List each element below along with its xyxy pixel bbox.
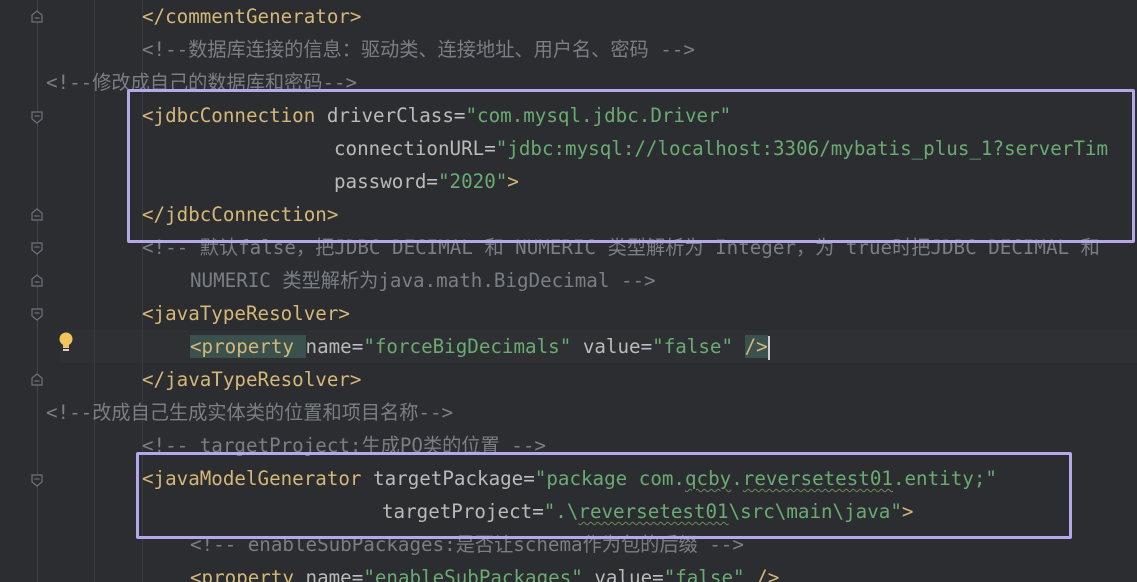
attribute-token: name [305, 335, 352, 358]
attribute-token: targetPackage [373, 467, 524, 490]
code-line[interactable]: <!-- targetProject:生成PO类的位置 --> [142, 429, 546, 462]
punctuation-token [583, 566, 595, 582]
value-token: "false" [663, 566, 745, 582]
attribute-token: driverClass [326, 104, 454, 127]
tag-token: </jdbcConnection> [142, 203, 339, 226]
value-token: reversetest01 [578, 500, 729, 523]
code-line[interactable]: </javaTypeResolver> [142, 363, 362, 396]
code-line[interactable]: <javaModelGenerator targetPackage="packa… [142, 462, 997, 495]
tag-token: > [901, 500, 914, 523]
code-line[interactable]: <!--修改成自己的数据库和密码--> [46, 66, 357, 99]
attribute-token: targetProject [382, 500, 533, 523]
code-line[interactable]: <!--改成自己生成实体类的位置和项目名称--> [46, 396, 453, 429]
tag-token: > [507, 170, 519, 193]
punctuation-token [745, 566, 757, 582]
code-area[interactable]: </commentGenerator> <!--数据库连接的信息：驱动类、连接地… [46, 0, 1137, 582]
code-line[interactable]: password="2020"> [334, 165, 519, 198]
gutter-line [37, 0, 38, 582]
fold-marker-icon[interactable] [30, 10, 44, 24]
attribute-token: value [582, 335, 641, 358]
comment-token: <!--修改成自己的数据库和密码--> [46, 71, 358, 94]
punctuation-token: = [532, 500, 544, 523]
comment-token: <!-- enableSubPackages:是否让schema作为包的后缀 -… [190, 533, 744, 556]
code-line[interactable]: <javaTypeResolver> [142, 297, 350, 330]
code-line[interactable]: NUMERIC 类型解析为java.math.BigDecimal --> [190, 264, 656, 297]
fold-marker-icon[interactable] [30, 373, 44, 387]
code-line[interactable]: targetProject=".\reversetest01\src\main\… [382, 495, 913, 528]
fold-marker-icon[interactable] [30, 473, 44, 487]
code-line[interactable]: </commentGenerator> [142, 0, 362, 33]
tag-token: <javaTypeResolver> [142, 302, 350, 325]
value-token: \src\main\java" [728, 500, 902, 523]
punctuation-token: = [652, 566, 664, 582]
punctuation-token: = [484, 137, 496, 160]
tag-token: /> [756, 566, 780, 582]
tag-token: <javaModelGenerator [142, 467, 374, 490]
code-line[interactable]: <jdbcConnection driverClass="com.mysql.j… [142, 99, 731, 132]
fold-marker-icon[interactable] [30, 110, 44, 124]
comment-token: NUMERIC 类型解析为java.math.BigDecimal --> [190, 269, 656, 292]
attribute-token: name [305, 566, 352, 582]
value-token: qcby [684, 467, 732, 490]
attribute-token: connectionURL [334, 137, 485, 160]
value-token: "false" [652, 335, 734, 358]
value-token: . [731, 467, 743, 490]
attribute-token: password [334, 170, 427, 193]
tag-token: <property [190, 566, 306, 582]
comment-token: <!-- 默认false，把JDBC DECIMAL 和 NUMERIC 类型解… [142, 236, 1100, 259]
code-line[interactable]: <!-- enableSubPackages:是否让schema作为包的后缀 -… [190, 528, 744, 561]
tag-token: <property [190, 335, 306, 358]
comment-token: <!--改成自己生成实体类的位置和项目名称--> [46, 401, 454, 424]
punctuation-token: = [453, 104, 466, 127]
fold-marker-icon[interactable] [30, 208, 44, 222]
value-token: "jdbc:mysql://localhost:3306/mybatis_plu… [495, 137, 1108, 160]
text-caret [767, 335, 770, 360]
value-token: "forceBigDecimals" [363, 335, 572, 358]
value-token: ".\ [543, 500, 579, 523]
punctuation-token: = [640, 335, 653, 358]
punctuation-token [733, 335, 745, 358]
value-token: .entity;" [892, 467, 997, 490]
value-token: reversetest01 [742, 467, 893, 490]
tag-token: /> [744, 335, 768, 358]
punctuation-token: = [426, 170, 438, 193]
value-token: "package com. [534, 467, 685, 490]
punctuation-token: = [351, 335, 364, 358]
tag-token: <jdbcConnection [142, 104, 327, 127]
code-line[interactable]: <!--数据库连接的信息：驱动类、连接地址、用户名、密码 --> [142, 33, 695, 66]
fold-marker-icon[interactable] [30, 307, 44, 321]
comment-token: <!--数据库连接的信息：驱动类、连接地址、用户名、密码 --> [142, 38, 695, 61]
value-token: "com.mysql.jdbc.Driver" [465, 104, 732, 127]
fold-marker-icon[interactable] [30, 274, 44, 288]
punctuation-token: = [351, 566, 364, 582]
code-editor[interactable]: </commentGenerator> <!--数据库连接的信息：驱动类、连接地… [0, 0, 1137, 582]
value-token: "enableSubPackages" [363, 566, 583, 582]
tag-token: </javaTypeResolver> [142, 368, 362, 391]
fold-marker-icon[interactable] [30, 241, 44, 255]
value-token: "2020" [437, 170, 508, 193]
code-line[interactable]: <!-- 默认false，把JDBC DECIMAL 和 NUMERIC 类型解… [142, 231, 1100, 264]
code-line[interactable]: </jdbcConnection> [142, 198, 338, 231]
comment-token: <!-- targetProject:生成PO类的位置 --> [142, 434, 546, 457]
code-line[interactable]: connectionURL="jdbc:mysql://localhost:33… [334, 132, 1108, 165]
code-line[interactable]: <property name="enableSubPackages" value… [190, 561, 779, 582]
punctuation-token: = [523, 467, 535, 490]
tag-token: </commentGenerator> [142, 5, 362, 28]
punctuation-token [571, 335, 583, 358]
attribute-token: value [594, 566, 653, 582]
code-line[interactable]: <property name="forceBigDecimals" value=… [190, 330, 770, 363]
